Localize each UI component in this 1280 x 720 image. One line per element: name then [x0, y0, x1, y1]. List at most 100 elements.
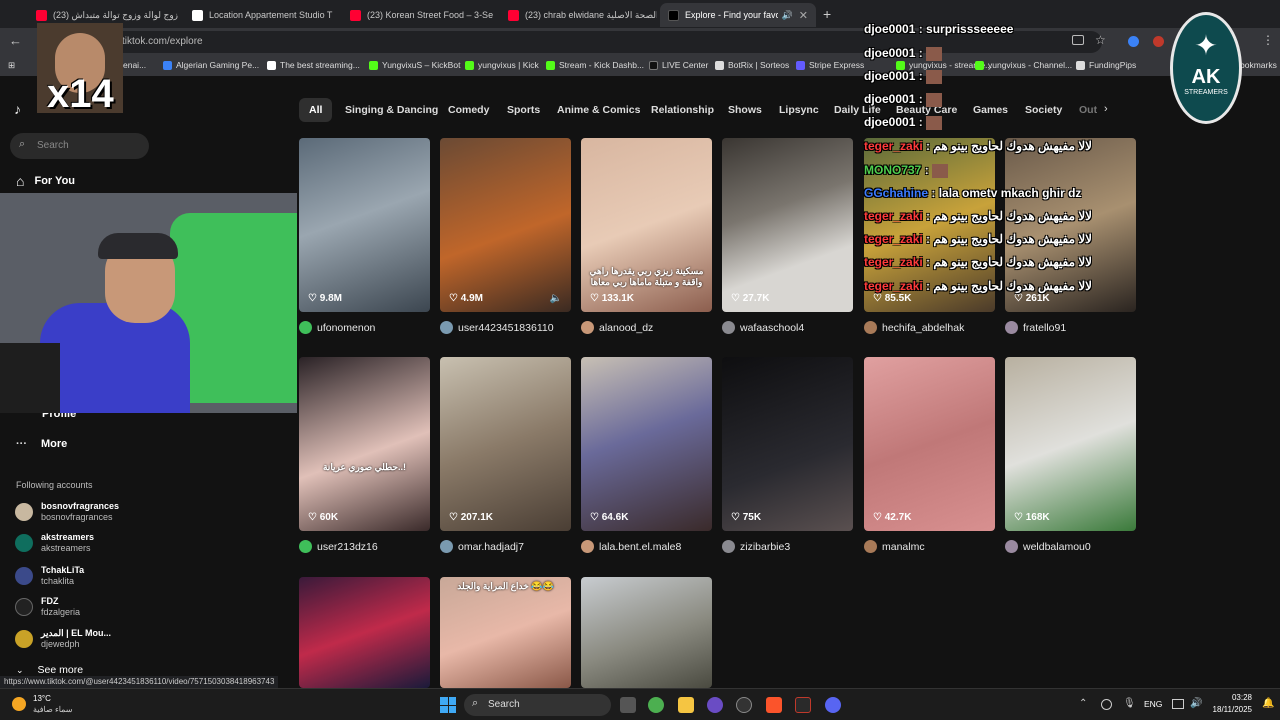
video-card[interactable]: ♡ 64.6K [581, 357, 712, 531]
close-icon[interactable]: ✕ [793, 9, 808, 22]
following-account[interactable]: TchakLiTa tchaklita [15, 563, 84, 589]
video-card[interactable]: ♡ 27.7K [722, 138, 853, 312]
following-account[interactable]: المدير | EL Mou... djewedph [15, 626, 111, 652]
tab-lipsync[interactable]: Lipsync [779, 98, 819, 122]
video-author[interactable]: omar.hadjadj7 [440, 540, 524, 553]
video-card[interactable]: حطلي صوري عريانة..! ♡ 60K [299, 357, 430, 531]
nav-more[interactable]: ··· More [16, 438, 67, 450]
clock-time[interactable]: 03:28 [1206, 693, 1252, 702]
video-card[interactable] [299, 577, 430, 688]
bookmark-item[interactable]: yungvixus | Kick [465, 60, 539, 70]
tab-singing-dancing[interactable]: Singing & Dancing [345, 98, 438, 122]
video-card[interactable]: ♡ 4.9M 🔈 [440, 138, 571, 312]
video-author[interactable]: zizibarbie3 [722, 540, 790, 553]
star-icon[interactable]: ☆ [1095, 33, 1106, 47]
windows-start-icon[interactable] [440, 697, 456, 713]
taskbar-search[interactable]: ⌕ Search [464, 694, 611, 716]
clock-date[interactable]: 18/11/2025 [1206, 705, 1252, 714]
speaker-icon[interactable]: 🔊 [782, 10, 793, 21]
bookmark-item[interactable]: LIVE Center [649, 60, 708, 70]
browser-tab[interactable]: (23) Korean Street Food – 3-Se✕ [342, 3, 497, 27]
chevron-right-icon[interactable]: › [1104, 103, 1108, 115]
video-card[interactable]: ♡ 9.8M [299, 138, 430, 312]
volume-icon[interactable]: 🔊 [1190, 698, 1202, 709]
tab-relationship[interactable]: Relationship [651, 98, 714, 122]
video-author[interactable]: hechifa_abdelhak [864, 321, 964, 334]
file-explorer-icon[interactable] [678, 697, 694, 713]
video-author[interactable]: ufonomenon [299, 321, 375, 334]
following-account[interactable]: akstreamers akstreamers [15, 530, 94, 556]
bookmark-item[interactable]: bokmarks [1240, 60, 1277, 70]
bookmark-item[interactable]: Stream - Kick Dashb... [546, 60, 644, 70]
video-author[interactable]: alanood_dz [581, 321, 653, 334]
video-card[interactable]: خداع المراية والجلد 😂😂 [440, 577, 571, 688]
tab-society[interactable]: Society [1025, 98, 1062, 122]
back-arrow-icon[interactable]: ← [9, 33, 22, 48]
tab-comedy[interactable]: Comedy [448, 98, 489, 122]
chevron-up-icon[interactable]: ⌃ [1079, 698, 1087, 709]
extension-icon[interactable] [1153, 36, 1164, 47]
weather-icon[interactable] [12, 697, 26, 711]
bookmark-item[interactable]: FundingPips [1076, 60, 1136, 70]
address-url: tiktok.com/explore [122, 36, 203, 47]
mute-toggle-icon[interactable]: 🔈 [550, 293, 562, 304]
sync-icon[interactable] [1101, 699, 1112, 710]
install-app-icon[interactable] [1072, 35, 1084, 45]
display-icon[interactable] [1172, 699, 1184, 709]
nav-for-you[interactable]: ⌂ For You [16, 173, 75, 189]
browser-tab[interactable]: (23) chrab elwidane الصحة الاصلية✕ [500, 3, 657, 27]
microphone-icon[interactable]: 🎙 [1123, 698, 1136, 709]
extension-icon[interactable] [1128, 36, 1139, 47]
tab-games[interactable]: Games [973, 98, 1008, 122]
video-author[interactable]: weldbalamou0 [1005, 540, 1091, 553]
tab-shows[interactable]: Shows [728, 98, 762, 122]
brave-icon[interactable] [766, 697, 782, 713]
notification-bell-icon[interactable]: 🔔 [1262, 698, 1274, 709]
task-view-icon[interactable] [620, 697, 636, 713]
video-author[interactable]: lala.bent.el.male8 [581, 540, 681, 553]
tab-anime-comics[interactable]: Anime & Comics [557, 98, 640, 122]
video-card[interactable]: ♡ 75K [722, 357, 853, 531]
close-icon[interactable]: ✕ [493, 9, 497, 22]
browser-tab[interactable]: Location Appartement Studio T✕ [184, 3, 336, 27]
video-card[interactable] [581, 577, 712, 688]
video-author[interactable]: manalmc [864, 540, 925, 553]
bookmark-item[interactable]: BotRix | Sorteos [715, 60, 789, 70]
tab-outdoors[interactable]: Out [1079, 98, 1097, 122]
menu-kebab-icon[interactable]: ⋮ [1262, 33, 1274, 47]
bookmark-item[interactable]: Algerian Gaming Pe... [163, 60, 259, 70]
obs-icon[interactable] [736, 697, 752, 713]
tab-sports[interactable]: Sports [507, 98, 540, 122]
video-author[interactable]: user4423451836110 [440, 321, 554, 334]
close-icon[interactable]: ✕ [178, 9, 180, 22]
bookmark-item[interactable]: The best streaming... [267, 60, 360, 70]
apps-grid-icon[interactable]: ⊞ [8, 60, 15, 71]
chat-text: لالا مفيهش هدوك لحاويج بينو هم [933, 209, 1093, 223]
video-card[interactable]: ♡ 42.7K [864, 357, 995, 531]
app-icon[interactable] [707, 697, 723, 713]
bookmark-item[interactable]: enai... [123, 60, 146, 70]
close-icon[interactable]: ✕ [332, 9, 336, 22]
browser-tab-active[interactable]: Explore - Find your favourite 🔊✕ [660, 3, 816, 27]
language-indicator[interactable]: ENG [1144, 699, 1162, 709]
tiktok-logo[interactable]: ♪ [14, 101, 21, 117]
bookmark-item[interactable]: YungvixuS – KickBot [369, 60, 460, 70]
bookmark-item[interactable]: Stripe Express [796, 60, 864, 70]
tab-all[interactable]: All [299, 98, 333, 122]
following-account[interactable]: bosnovfragrances bosnovfragrances [15, 499, 119, 525]
new-tab-button[interactable]: + [823, 6, 831, 22]
video-card[interactable]: ♡ 207.1K [440, 357, 571, 531]
video-card[interactable]: ♡ 168K [1005, 357, 1136, 531]
weather-temp[interactable]: 13°C [33, 694, 51, 703]
video-author[interactable]: user213dz16 [299, 540, 378, 553]
discord-icon[interactable] [825, 697, 841, 713]
bookmark-item[interactable]: yungvixus - Channel... [975, 60, 1072, 70]
see-more-link[interactable]: ⌄ See more [16, 664, 83, 676]
following-account[interactable]: FDZ fdzalgeria [15, 594, 80, 620]
video-card[interactable]: مسكينة زيزي ربي يقدرها راهي واقفة و متبل… [581, 138, 712, 312]
chrome-icon[interactable] [648, 697, 664, 713]
app-icon[interactable] [795, 697, 811, 713]
video-author[interactable]: fratello91 [1005, 321, 1066, 334]
search-input[interactable]: ⌕ Search [10, 133, 149, 159]
video-author[interactable]: wafaaschool4 [722, 321, 804, 334]
